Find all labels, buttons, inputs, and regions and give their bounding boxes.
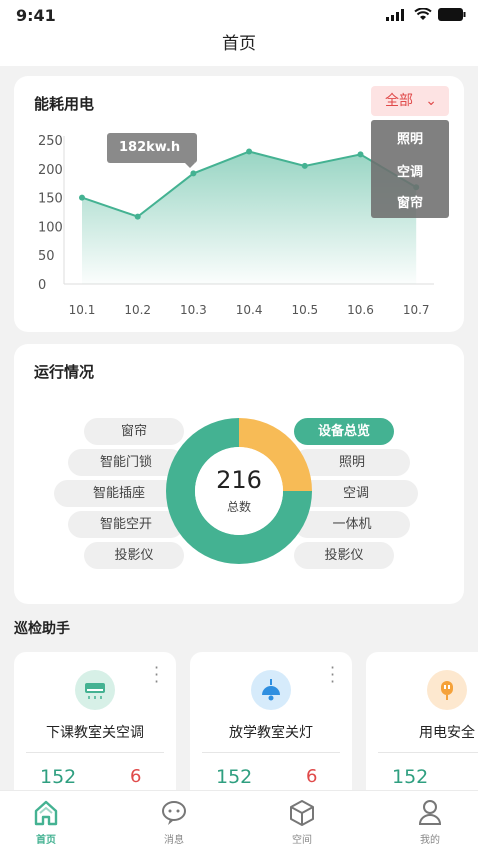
y-tick-label: 100 [38,220,63,235]
tab-bar: 首页 消息 空间 我的 [0,790,478,850]
divider [26,752,164,753]
status-card: 运行情况 窗帘 智能门锁 智能插座 智能空开 投影仪 设备总览 照明 空调 一体… [14,344,464,604]
patrol-count-total: 152 [40,766,77,788]
x-tick-label: 10.6 [347,303,374,317]
status-icons [386,8,466,21]
message-icon [162,801,186,825]
data-point [357,151,364,158]
tooltip-value: 182kw.h [119,140,181,155]
divider [378,752,478,753]
patrol-card-title: 用电安全 [419,725,475,741]
tab-profile[interactable]: 我的 [390,791,470,850]
patrol-card-safety[interactable]: 用电安全 152 [366,652,478,812]
data-point [79,194,85,201]
x-tick-label: 10.3 [180,303,207,317]
patrol-card-title: 放学教室关灯 [229,725,313,741]
filter-option-ac[interactable]: 空调 [371,161,449,180]
patrol-card-title: 下课教室关空调 [46,725,144,741]
y-tick-label: 50 [38,249,55,264]
tab-label: 我的 [420,835,440,846]
donut-total-label: 总数 [226,500,251,514]
data-point [190,170,197,177]
tab-label: 消息 [164,835,184,846]
donut-total: 216 [216,466,262,494]
series-area [82,151,417,284]
wifi-icon [414,8,432,20]
x-tick-label: 10.1 [69,303,96,317]
patrol-section-title: 巡检助手 [14,621,70,637]
lamp-icon [251,670,291,710]
filter-menu: 照明 空调 窗帘 [371,120,449,218]
x-tick-label: 10.5 [291,303,318,317]
energy-card: 能耗用电 全部 ⌄ 250 200 150 100 50 0 10.1 10.2 10.3 10.… [14,76,464,332]
y-tick-label: 150 [38,192,63,207]
battery-icon [438,8,466,21]
tab-space[interactable]: 空间 [262,791,342,850]
patrol-count-alert: 6 [130,766,142,787]
patrol-count-total: 152 [392,766,429,788]
status-title: 运行情况 [34,363,95,381]
data-point [134,213,141,220]
patrol-card-ac[interactable]: · · · 下课教室关空调 152 6 [14,652,176,812]
home-icon [34,800,58,826]
patrol-card-lights[interactable]: · · · 放学教室关灯 152 6 [190,652,352,812]
tab-messages[interactable]: 消息 [134,791,214,850]
tab-label: 空间 [292,835,312,846]
filter-option-lighting[interactable]: 照明 [371,128,449,147]
user-icon [418,800,442,825]
page-title: 首页 [0,30,478,66]
chart-tooltip: 182kw.h [107,133,197,163]
y-tick-label: 200 [38,163,63,178]
data-point [246,148,253,155]
tooltip-arrow [185,163,195,168]
y-tick-label: 250 [38,134,63,149]
status-bar: 9:41 [0,0,478,30]
patrol-count-total: 152 [216,766,253,788]
plug-icon [427,670,467,710]
tab-label: 首页 [36,835,56,846]
x-tick-label: 10.4 [236,303,263,317]
signal-icon [386,8,404,21]
filter-option-curtain[interactable]: 窗帘 [371,192,449,211]
air-conditioner-icon [75,670,115,710]
more-icon[interactable]: · · · [154,660,159,690]
patrol-count-alert: 6 [306,766,318,787]
tab-home[interactable]: 首页 [6,791,86,850]
x-tick-label: 10.7 [403,303,430,317]
data-point [301,162,308,169]
y-tick-label: 0 [38,278,46,293]
divider [202,752,340,753]
status-time: 9:41 [16,6,56,25]
cube-icon [290,800,314,826]
x-tick-label: 10.2 [124,303,151,317]
more-icon[interactable]: · · · [330,660,335,690]
